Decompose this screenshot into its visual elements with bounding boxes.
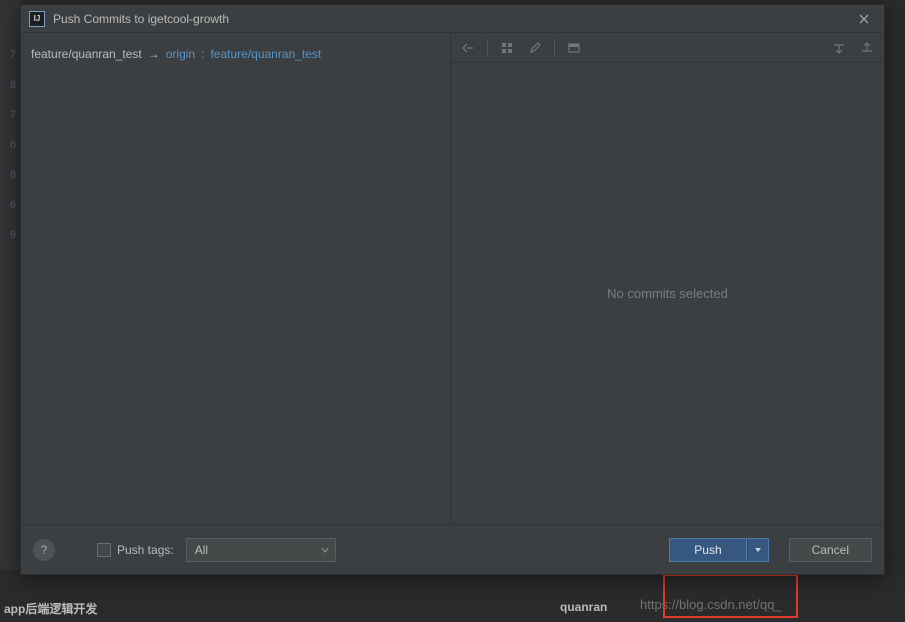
- highlight-annotation: [663, 574, 798, 618]
- push-tags-select[interactable]: All: [186, 538, 336, 562]
- help-button[interactable]: ?: [33, 539, 55, 561]
- push-commits-dialog: IJ Push Commits to igetcool-growth featu…: [20, 4, 885, 575]
- dialog-footer: ? Push tags: All Push Cancel: [21, 524, 884, 574]
- grid-icon[interactable]: [498, 39, 516, 57]
- details-toolbar: [451, 33, 884, 63]
- details-pane: No commits selected: [451, 33, 884, 524]
- close-icon: [859, 14, 869, 24]
- commit-tree-pane[interactable]: feature/quanran_test → origin : feature/…: [21, 33, 451, 524]
- push-tags-label: Push tags:: [117, 543, 174, 557]
- editor-gutter: 7 8 7 6 8 6 9: [0, 0, 20, 622]
- commit-author: quanran: [560, 600, 607, 614]
- remote-branch[interactable]: feature/quanran_test: [210, 47, 321, 61]
- push-tags-option: Push tags:: [97, 543, 174, 557]
- expand-all-icon[interactable]: [830, 39, 848, 57]
- cancel-button[interactable]: Cancel: [789, 538, 872, 562]
- push-split-button: Push: [669, 538, 768, 562]
- intellij-icon: IJ: [29, 11, 45, 27]
- help-icon: ?: [41, 543, 48, 557]
- arrow-merge-icon[interactable]: [459, 39, 477, 57]
- commit-message: app后端逻辑开发: [4, 600, 97, 617]
- dialog-body: feature/quanran_test → origin : feature/…: [21, 33, 884, 524]
- local-branch: feature/quanran_test: [31, 47, 142, 61]
- remote-separator: :: [201, 47, 204, 61]
- push-tags-checkbox[interactable]: [97, 543, 111, 557]
- dialog-titlebar: IJ Push Commits to igetcool-growth: [21, 5, 884, 33]
- branch-spec[interactable]: feature/quanran_test → origin : feature/…: [31, 47, 440, 61]
- empty-state-text: No commits selected: [607, 286, 728, 301]
- chevron-down-icon: [754, 546, 762, 554]
- toolbar-separator: [487, 39, 488, 57]
- empty-state: No commits selected: [451, 63, 884, 524]
- edit-icon[interactable]: [526, 39, 544, 57]
- arrow-icon: →: [148, 47, 160, 61]
- push-dropdown-button[interactable]: [747, 538, 769, 562]
- push-button[interactable]: Push: [669, 538, 746, 562]
- dialog-title: Push Commits to igetcool-growth: [53, 12, 852, 26]
- background-vcs-log: app后端逻辑开发 quanran https://blog.csdn.net/…: [0, 570, 905, 622]
- collapse-all-icon[interactable]: [858, 39, 876, 57]
- chevron-down-icon: [321, 546, 329, 554]
- close-button[interactable]: [852, 9, 876, 29]
- push-tags-value: All: [195, 543, 208, 557]
- remote-name[interactable]: origin: [166, 47, 195, 61]
- preview-icon[interactable]: [565, 39, 583, 57]
- toolbar-separator: [554, 39, 555, 57]
